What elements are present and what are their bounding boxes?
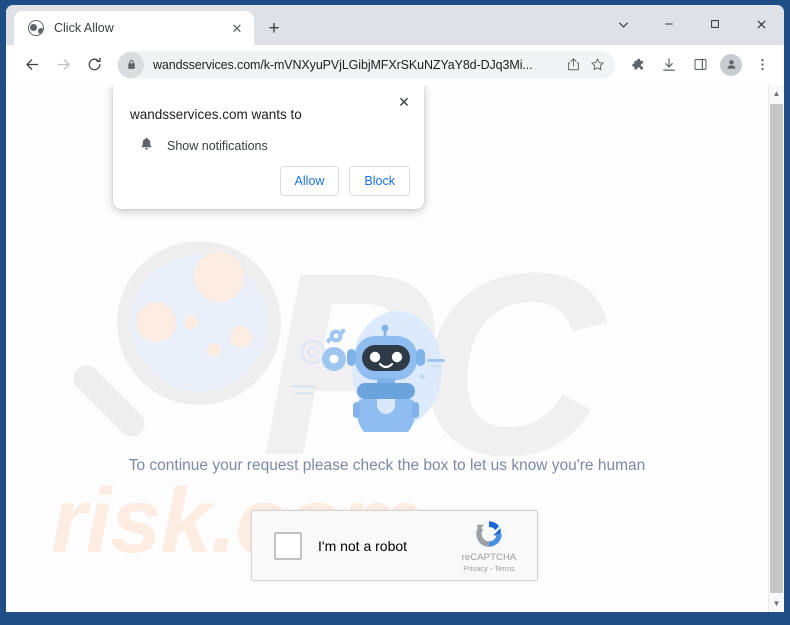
reload-button[interactable] bbox=[80, 51, 108, 79]
forward-button[interactable] bbox=[49, 51, 77, 79]
profile-button[interactable] bbox=[717, 51, 745, 79]
star-icon[interactable] bbox=[585, 53, 609, 77]
watermark-magnifier-icon bbox=[73, 241, 281, 437]
page-content: PC risk.com bbox=[6, 85, 768, 612]
vertical-scrollbar[interactable]: ▲ ▼ bbox=[768, 85, 784, 612]
new-tab-button[interactable]: + bbox=[260, 14, 288, 42]
dialog-title: wandsservices.com wants to bbox=[130, 107, 302, 122]
page-headline: To continue your request please check th… bbox=[128, 457, 646, 474]
page-viewport: PC risk.com bbox=[6, 85, 784, 612]
recaptcha-label: I'm not a robot bbox=[318, 537, 408, 554]
browser-tab[interactable]: Click Allow ✕ bbox=[14, 11, 254, 45]
dialog-actions: Allow Block bbox=[279, 166, 410, 196]
allow-button[interactable]: Allow bbox=[279, 166, 340, 196]
tab-close-icon[interactable]: ✕ bbox=[228, 19, 246, 37]
recaptcha-links[interactable]: Privacy - Terms bbox=[453, 564, 525, 573]
tab-search-button[interactable] bbox=[600, 5, 646, 43]
recaptcha-brand-name: reCAPTCHA bbox=[461, 551, 517, 563]
notification-permission-dialog: ✕ wandsservices.com wants to Show notifi… bbox=[113, 85, 424, 209]
recaptcha-logo-icon bbox=[453, 517, 525, 551]
scroll-down-button[interactable]: ▼ bbox=[769, 595, 785, 612]
window-controls bbox=[600, 5, 784, 43]
address-bar[interactable]: wandsservices.com/k-mVNXyuPVjLGibjMFXrSK… bbox=[117, 50, 615, 79]
url-text: wandsservices.com/k-mVNXyuPVjLGibjMFXrSK… bbox=[153, 57, 533, 72]
scrollbar-thumb[interactable] bbox=[769, 104, 783, 593]
back-button[interactable] bbox=[18, 51, 46, 79]
browser-window: Click Allow ✕ + wandsservices.com/k-mVNX… bbox=[0, 0, 790, 625]
robot-mascot-illustration bbox=[277, 307, 497, 442]
three-dot-menu-icon[interactable] bbox=[748, 51, 776, 79]
download-icon[interactable] bbox=[655, 51, 683, 79]
minimize-button[interactable] bbox=[646, 5, 692, 43]
permission-label: Show notifications bbox=[167, 139, 268, 153]
recaptcha-checkbox[interactable] bbox=[274, 531, 302, 560]
extensions-icon[interactable] bbox=[624, 51, 652, 79]
dialog-close-icon[interactable]: ✕ bbox=[392, 90, 416, 114]
share-icon[interactable] bbox=[561, 53, 585, 77]
avatar bbox=[720, 53, 742, 76]
lock-icon[interactable] bbox=[118, 51, 144, 78]
permission-row: Show notifications bbox=[130, 136, 410, 156]
scroll-up-button[interactable]: ▲ bbox=[769, 85, 785, 102]
recaptcha-branding: reCAPTCHA Privacy - Terms bbox=[453, 517, 525, 575]
block-button[interactable]: Block bbox=[349, 166, 410, 196]
tab-title: Click Allow bbox=[54, 21, 114, 35]
side-panel-icon[interactable] bbox=[686, 51, 714, 79]
scrollbar-track[interactable] bbox=[769, 102, 785, 595]
tab-strip: Click Allow ✕ + bbox=[6, 5, 784, 45]
maximize-button[interactable] bbox=[692, 5, 738, 43]
close-button[interactable] bbox=[738, 5, 784, 43]
recaptcha-widget[interactable]: I'm not a robot reCAPTCHA Privacy - Term… bbox=[251, 510, 538, 581]
bell-icon bbox=[139, 136, 154, 156]
browser-toolbar: wandsservices.com/k-mVNXyuPVjLGibjMFXrSK… bbox=[6, 45, 784, 85]
globe-icon bbox=[28, 20, 44, 36]
